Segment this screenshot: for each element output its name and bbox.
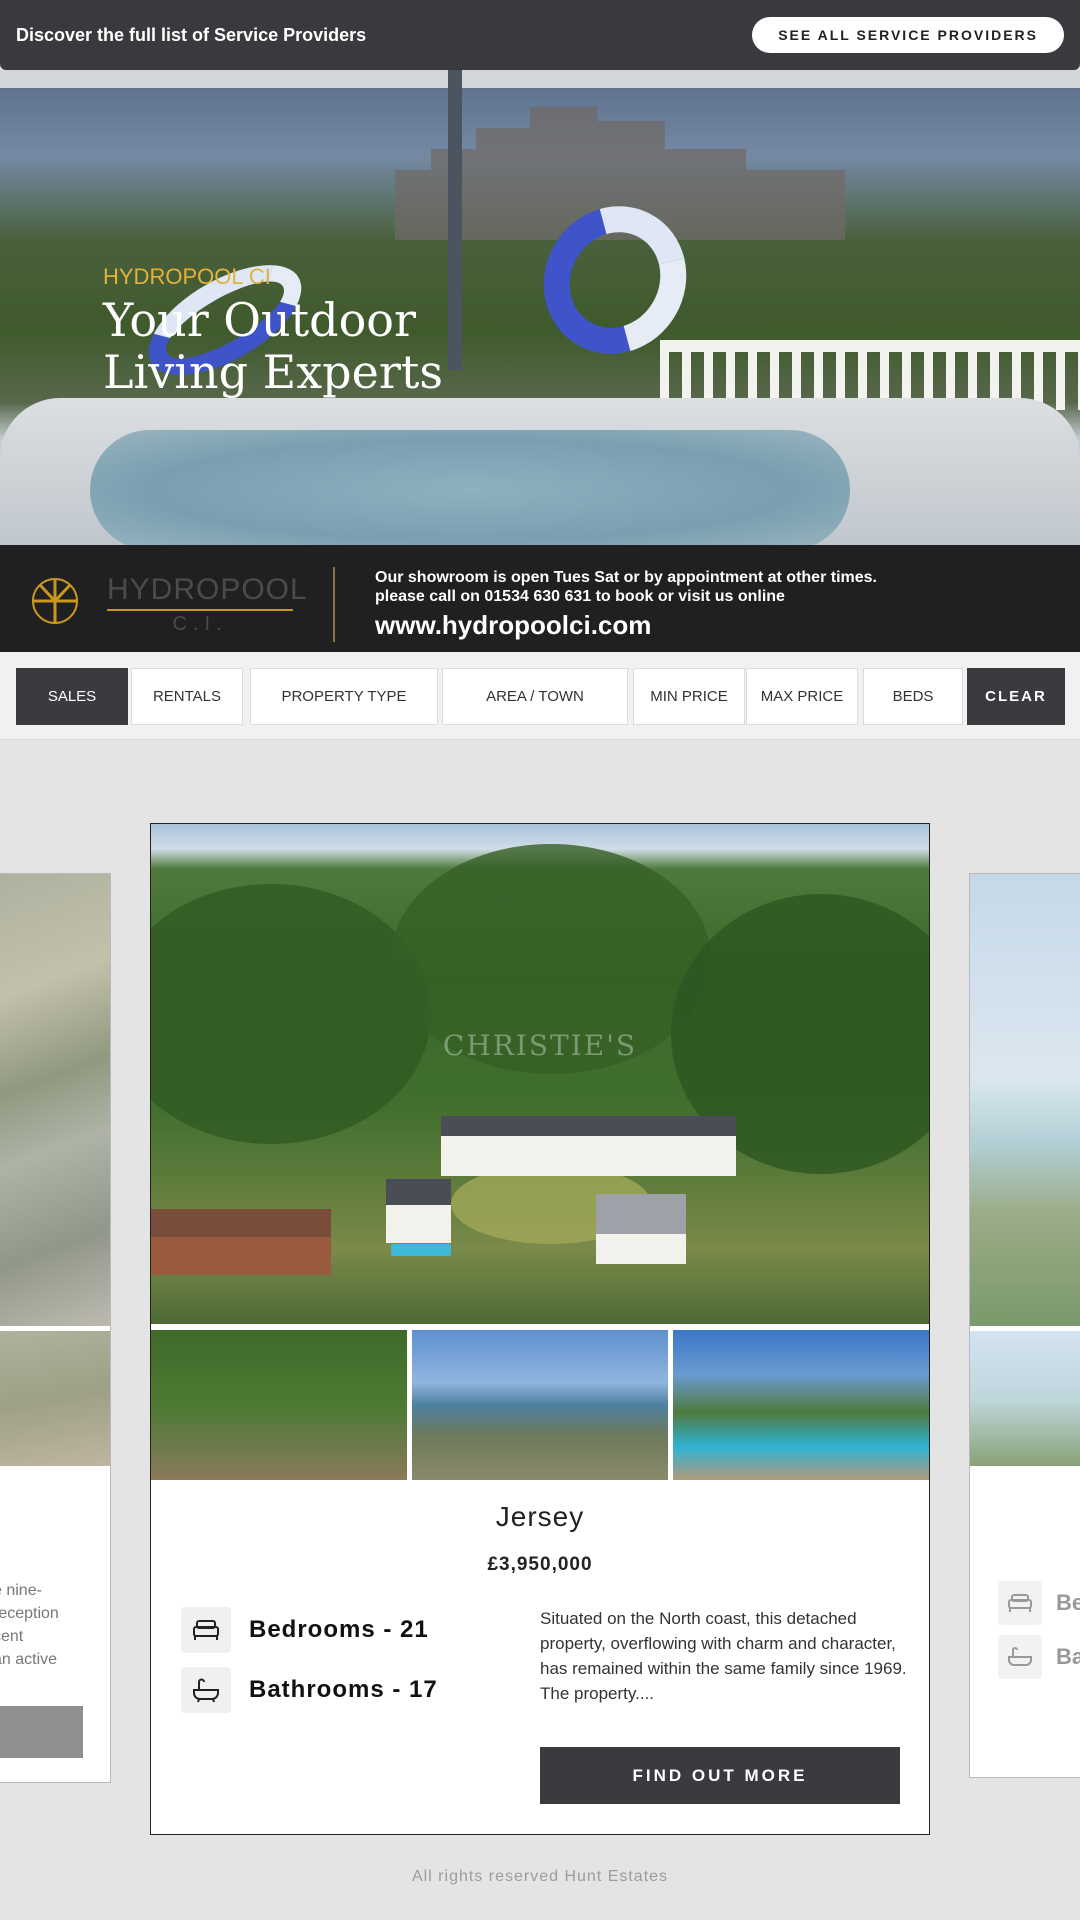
- watermark-text: CHRISTIE'S: [442, 1029, 638, 1062]
- listing-photo: [970, 874, 1080, 1326]
- bathrooms-label: Ba: [1056, 1644, 1080, 1669]
- next-listing-card[interactable]: Be Ba: [969, 873, 1080, 1778]
- service-providers-banner: Discover the full list of Service Provid…: [0, 0, 1080, 70]
- bathrooms-feature: Ba: [998, 1635, 1080, 1679]
- house-shape: [441, 1136, 736, 1176]
- advert-info-line1: Our showroom is open Tues Sat or by appo…: [375, 569, 877, 586]
- clear-filters-button[interactable]: CLEAR: [967, 668, 1065, 725]
- advert-brand-sub: C.I.: [107, 609, 293, 636]
- listing-photo: [0, 874, 110, 1326]
- pool-shape: [391, 1244, 451, 1256]
- bed-icon: [998, 1581, 1042, 1625]
- thumbnail-2[interactable]: [412, 1330, 668, 1480]
- house-shape: [151, 1237, 331, 1275]
- rentals-tab[interactable]: RENTALS: [131, 668, 243, 725]
- find-out-more-button[interactable]: [0, 1706, 83, 1758]
- bathrooms-count: Bathrooms - 17: [249, 1676, 438, 1703]
- bedrooms-feature: Be: [998, 1581, 1080, 1625]
- bedrooms-count: Bedrooms - 21: [249, 1616, 429, 1643]
- bathrooms-feature: Bathrooms - 17: [181, 1667, 438, 1713]
- foliage-shape: [151, 884, 431, 1144]
- property-description: Situated on the North coast, this detach…: [540, 1609, 907, 1703]
- thumbnail-1[interactable]: [151, 1330, 407, 1480]
- area-town-dropdown[interactable]: AREA / TOWN: [442, 668, 628, 725]
- awning-shape: [0, 70, 1080, 88]
- min-price-dropdown[interactable]: MIN PRICE: [633, 668, 745, 725]
- hot-tub-water: [90, 430, 850, 550]
- previous-listing-card[interactable]: e nine- reception cent an active: [0, 873, 111, 1783]
- roof-shape: [596, 1194, 686, 1234]
- property-type-dropdown[interactable]: PROPERTY TYPE: [250, 668, 438, 725]
- banner-text: Discover the full list of Service Provid…: [16, 24, 367, 45]
- house-shape: [596, 1234, 686, 1264]
- bath-icon: [181, 1667, 231, 1713]
- footer-text: All rights reserved Hunt Estates: [411, 1868, 669, 1885]
- property-price: £3,950,000: [487, 1554, 593, 1575]
- bedrooms-feature: Bedrooms - 21: [181, 1607, 429, 1653]
- description-line: reception: [0, 1605, 59, 1622]
- roof-shape: [151, 1209, 331, 1237]
- listing-thumbnail: [0, 1331, 110, 1466]
- thumbnail-3[interactable]: [673, 1330, 929, 1480]
- description-line: e nine-: [0, 1582, 42, 1599]
- hydropool-advert[interactable]: HYDROPOOL CI Your Outdoor Living Experts…: [0, 70, 1080, 652]
- advert-subtitle: HYDROPOOL CI: [103, 264, 271, 289]
- thumbnail-strip: [151, 1330, 929, 1480]
- hydropool-logo-icon: [32, 578, 78, 624]
- find-out-more-button[interactable]: FIND OUT MORE: [540, 1747, 900, 1804]
- advert-info: Our showroom is open Tues Sat or by appo…: [375, 568, 877, 606]
- bath-icon: [998, 1635, 1042, 1679]
- beds-dropdown[interactable]: BEDS: [863, 668, 963, 725]
- advert-info-line2: please call on 01534 630 631 to book or …: [375, 588, 785, 605]
- description-line: an active: [0, 1651, 58, 1668]
- sales-tab[interactable]: SALES: [16, 668, 128, 725]
- advert-divider: [333, 567, 335, 642]
- advert-info-strip: HYDROPOOL C.I. Our showroom is open Tues…: [0, 545, 1080, 652]
- property-listing-card[interactable]: CHRISTIE'S Jersey £3,950,000 Bedrooms - …: [150, 823, 930, 1835]
- see-all-service-providers-button[interactable]: SEE ALL SERVICE PROVIDERS: [752, 17, 1064, 53]
- max-price-dropdown[interactable]: MAX PRICE: [746, 668, 858, 725]
- search-filter-bar: SALES RENTALS PROPERTY TYPE AREA / TOWN …: [0, 652, 1080, 740]
- description-line: cent: [0, 1628, 24, 1645]
- property-main-photo[interactable]: CHRISTIE'S: [151, 824, 929, 1324]
- bedrooms-label: Be: [1056, 1590, 1080, 1615]
- advert-url[interactable]: www.hydropoolci.com: [375, 610, 651, 641]
- listing-description: e nine- reception cent an active: [0, 1579, 110, 1671]
- property-location: Jersey: [495, 1501, 585, 1532]
- bed-icon: [181, 1607, 231, 1653]
- advert-brand: HYDROPOOL: [107, 573, 308, 606]
- advert-headline: Your Outdoor Living Experts: [103, 293, 443, 399]
- listing-thumbnail: [970, 1331, 1080, 1466]
- house-shape: [386, 1205, 451, 1243]
- roof-shape: [386, 1179, 451, 1205]
- roof-shape: [441, 1116, 736, 1136]
